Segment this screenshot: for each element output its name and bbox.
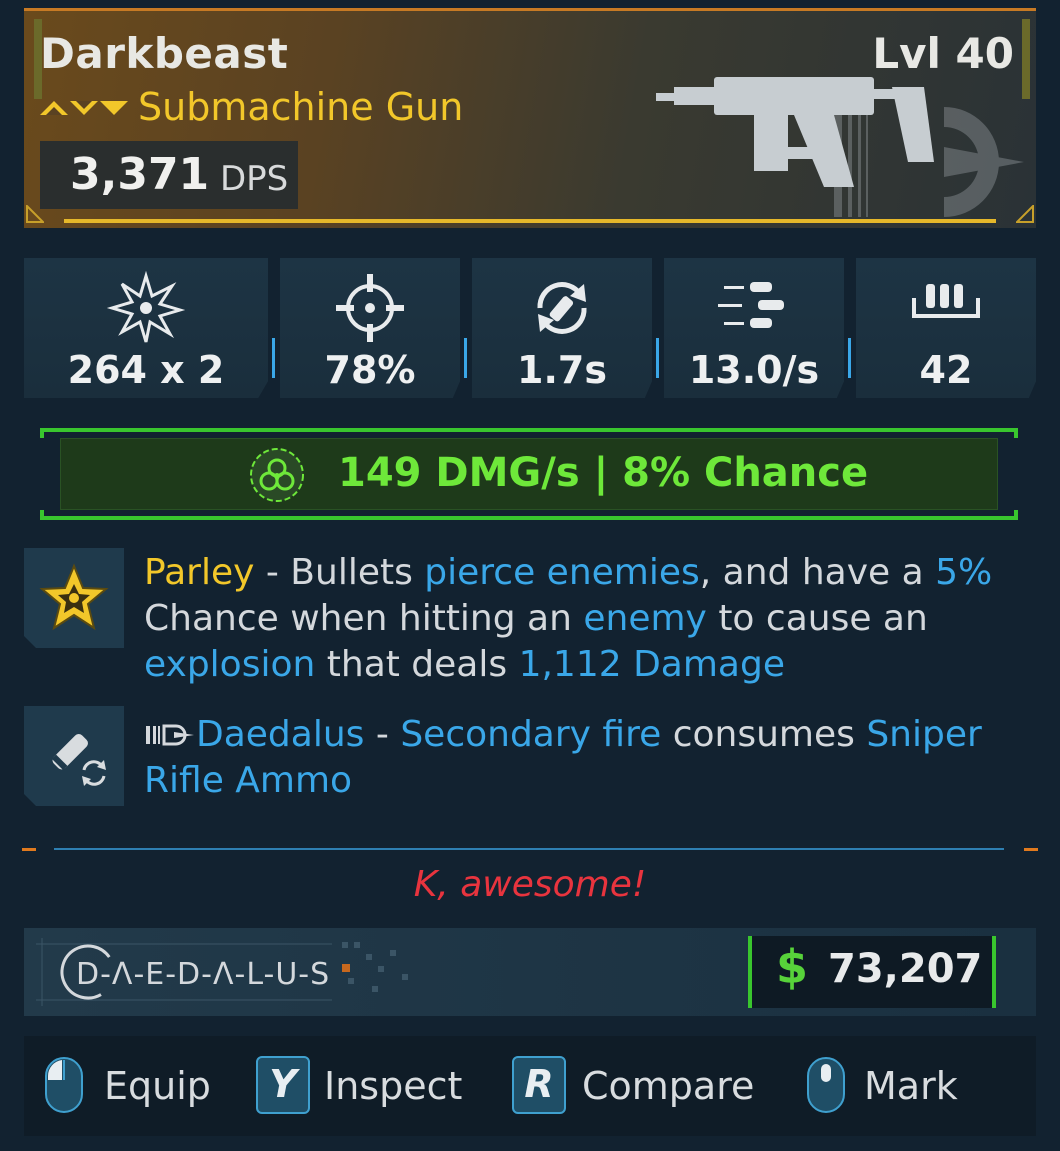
perk-keyword: explosion	[144, 644, 316, 685]
perk-text-segment: -	[364, 714, 401, 755]
stat-divider	[464, 338, 467, 378]
perk-text-segment: - Bullets	[254, 552, 425, 593]
equip-button[interactable]: Equip	[44, 1056, 234, 1116]
perk-keyword: Secondary fire	[400, 714, 662, 755]
perk-text-segment: consumes	[661, 714, 867, 755]
stat-accuracy: 78%	[280, 258, 460, 398]
compare-label: Compare	[582, 1064, 755, 1108]
perk-name: Daedalus	[196, 714, 365, 755]
stat-divider	[656, 338, 659, 378]
stat-damage-value: 264 x 2	[67, 348, 225, 392]
ammo-swap-icon	[51, 734, 106, 786]
stat-reload: 1.7s	[472, 258, 652, 398]
mouse-middle-icon	[807, 1057, 845, 1113]
perk-description-daedalus: Daedalus - Secondary fire consumes Snipe…	[144, 712, 1024, 804]
magazine-ammo-icon	[912, 284, 980, 318]
weapon-name: Darkbeast	[40, 29, 289, 78]
daedalus-logo-icon: D-Λ-E-D-Λ-L-U-S	[36, 938, 408, 1006]
parley-star-icon	[39, 563, 109, 631]
daedalus-mark-icon	[146, 724, 194, 746]
perk-text-segment: Chance when hitting an	[144, 598, 584, 639]
inspect-button[interactable]: Y Inspect	[256, 1056, 476, 1116]
perk-text-segment: to cause an	[706, 598, 928, 639]
perk-keyword: 5%	[935, 552, 993, 593]
keycap-r-icon: R	[512, 1056, 566, 1114]
currency-icon: $	[776, 940, 809, 994]
item-header: Darkbeast Lvl 40 Submachine Gun 3,371 DP…	[24, 8, 1036, 228]
fire-rate-icon	[718, 282, 784, 328]
perk-keyword: 1,112 Damage	[518, 644, 785, 685]
stat-accuracy-value: 78%	[324, 348, 416, 392]
perk-text-segment: that deals	[315, 644, 519, 685]
perk-text-segment: , and have a	[699, 552, 936, 593]
stat-magazine: 42	[856, 258, 1036, 398]
dps-value: 3,371	[70, 149, 210, 200]
stats-row: 264 x 2 78% 1.7s 13.0/s 42	[24, 258, 1036, 398]
inspect-label: Inspect	[324, 1064, 463, 1108]
dps-unit: DPS	[220, 159, 289, 199]
stat-damage: 264 x 2	[24, 258, 268, 398]
stat-divider	[848, 338, 851, 378]
stat-divider	[272, 338, 275, 378]
perk-icon-box	[24, 548, 124, 648]
elemental-effect-text: 149 DMG/s | 8% Chance	[338, 450, 869, 496]
compare-button[interactable]: R Compare	[512, 1056, 755, 1116]
stat-fire-rate-value: 13.0/s	[688, 348, 820, 392]
perk-keyword: enemy	[583, 598, 707, 639]
stat-fire-rate: 13.0/s	[664, 258, 844, 398]
flavor-text: K, awesome!	[413, 864, 647, 905]
damage-burst-icon	[106, 270, 186, 343]
mark-button[interactable]: Mark	[806, 1056, 986, 1116]
item-card: Darkbeast Lvl 40 Submachine Gun 3,371 DP…	[0, 0, 1060, 1151]
section-divider	[54, 848, 1004, 850]
stat-reload-value: 1.7s	[517, 348, 607, 392]
stat-magazine-value: 42	[919, 348, 973, 392]
price-box: $ 73,207	[748, 936, 996, 1008]
equip-label: Equip	[104, 1064, 211, 1108]
crosshair-accuracy-icon	[336, 274, 404, 342]
perk-icon-box	[24, 706, 124, 806]
rarity-chevrons-icon	[40, 101, 128, 115]
manufacturer-name: D-Λ-E-D-Λ-L-U-S	[76, 957, 330, 992]
price-value: 73,207	[828, 946, 983, 992]
mark-label: Mark	[864, 1064, 958, 1108]
submachine-gun-icon	[656, 77, 1024, 217]
perk-keyword: pierce enemies	[424, 552, 700, 593]
divider-tick-left	[22, 848, 36, 851]
corner-marker-right	[1016, 205, 1034, 223]
perk-description-parley: Parley - Bullets pierce enemies, and hav…	[144, 550, 1024, 688]
mouse-left-icon	[45, 1057, 83, 1113]
perk-name: Parley	[144, 552, 255, 593]
reload-icon	[537, 282, 587, 334]
header-underline	[64, 219, 996, 223]
divider-tick-right	[1024, 848, 1038, 851]
weapon-type: Submachine Gun	[138, 85, 464, 129]
corrosive-biohazard-icon	[250, 448, 304, 502]
dps-box: 3,371 DPS	[40, 141, 298, 209]
keycap-y-icon: Y	[256, 1056, 310, 1114]
action-bar: Equip Y Inspect R Compare Mark	[24, 1036, 1036, 1136]
corner-marker-left	[26, 205, 44, 223]
